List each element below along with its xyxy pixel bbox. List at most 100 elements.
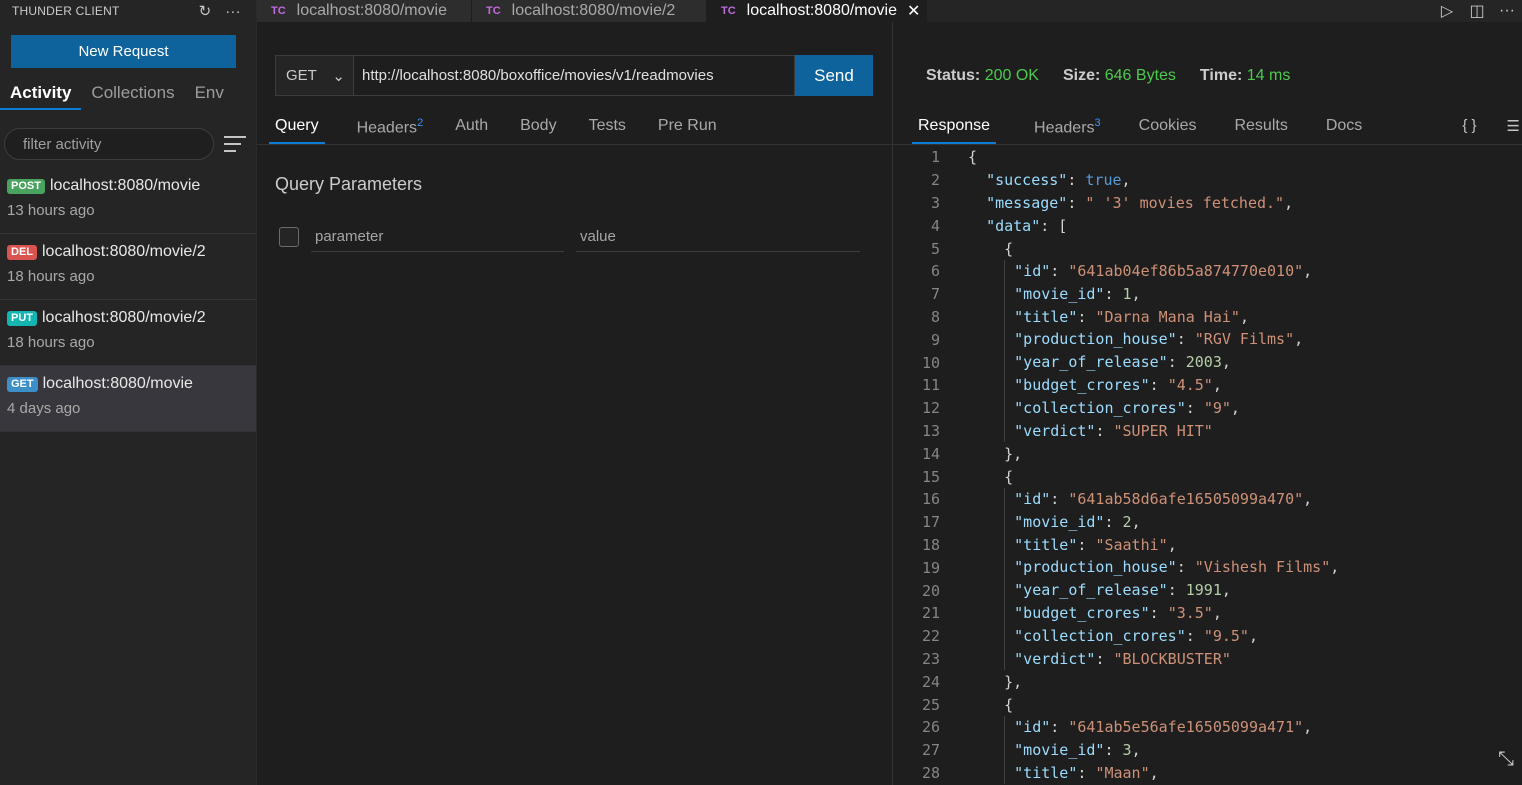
activity-url: localhost:8080/movie/2 xyxy=(42,243,206,260)
chevron-down-icon: ⌄ xyxy=(332,67,345,85)
activity-time: 4 days ago xyxy=(7,400,81,417)
tab-query[interactable]: Query xyxy=(269,114,325,144)
menu-icon[interactable] xyxy=(224,136,246,152)
code-text: "id": "641ab5e56afe16505099a471", xyxy=(940,715,1312,739)
code-line: 15 { xyxy=(893,465,1522,488)
code-line: 26 "id": "641ab5e56afe16505099a471", xyxy=(893,715,1522,739)
method-value: GET xyxy=(286,67,317,84)
editor-tab-label: localhost:8080/movie xyxy=(296,2,447,19)
sidebar-tabs: Activity Collections Env xyxy=(0,80,257,110)
code-line: 8 "title": "Darna Mana Hai", xyxy=(893,305,1522,329)
divider xyxy=(257,144,892,145)
send-button[interactable]: Send xyxy=(795,55,873,96)
method-select[interactable]: GET ⌄ xyxy=(275,55,354,96)
more-icon[interactable]: ··· xyxy=(1492,2,1522,20)
tab-env[interactable]: Env xyxy=(185,80,234,110)
braces-icon[interactable]: { } xyxy=(1462,117,1476,135)
line-number: 1 xyxy=(930,148,940,167)
code-text: "collection_crores": "9", xyxy=(940,396,1240,420)
code-text: "movie_id": 1, xyxy=(940,282,1141,306)
request-panel: GET ⌄ http://localhost:8080/boxoffice/mo… xyxy=(257,22,892,785)
menu-icon[interactable]: ☰ xyxy=(1507,117,1520,135)
line-number: 25 xyxy=(921,695,940,714)
editor-tab-label: localhost:8080/movie xyxy=(746,2,897,19)
list-item[interactable]: PUT localhost:8080/movie/2 18 hours ago xyxy=(0,300,256,366)
tab-activity[interactable]: Activity xyxy=(0,80,82,110)
more-icon[interactable]: ··· xyxy=(222,0,244,22)
editor-tab[interactable]: TC localhost:8080/movie/2 xyxy=(472,0,707,22)
code-text: "title": "Saathi", xyxy=(940,533,1177,557)
list-item[interactable]: POST localhost:8080/movie 13 hours ago xyxy=(0,168,256,234)
code-line: 13 "verdict": "SUPER HIT" xyxy=(893,419,1522,443)
tab-response-headers[interactable]: Headers3 xyxy=(1034,114,1101,144)
line-number: 20 xyxy=(921,581,940,600)
tc-badge: TC xyxy=(486,5,501,17)
run-icon[interactable]: ▷ xyxy=(1432,1,1462,21)
sidebar-title: THUNDER CLIENT xyxy=(12,4,120,18)
line-number: 19 xyxy=(921,558,940,577)
code-text: "budget_crores": "4.5", xyxy=(940,373,1222,397)
editor-tab[interactable]: TC localhost:8080/movie xyxy=(257,0,472,22)
tc-badge: TC xyxy=(721,5,736,17)
parameter-field[interactable]: parameter xyxy=(311,222,564,252)
url-input[interactable]: http://localhost:8080/boxoffice/movies/v… xyxy=(354,55,795,96)
code-text: }, xyxy=(1004,672,1023,691)
code-line: 3 "message": " '3' movies fetched.", xyxy=(893,192,1522,215)
time-value: 14 ms xyxy=(1246,67,1291,84)
tab-cookies[interactable]: Cookies xyxy=(1139,114,1197,144)
tab-headers[interactable]: Headers2 xyxy=(357,114,424,144)
code-line: 10 "year_of_release": 2003, xyxy=(893,351,1522,374)
list-item[interactable]: DEL localhost:8080/movie/2 18 hours ago xyxy=(0,234,256,300)
line-number: 17 xyxy=(921,513,940,532)
code-line: 14 }, xyxy=(893,442,1522,465)
line-number: 21 xyxy=(921,604,940,623)
tab-response[interactable]: Response xyxy=(912,114,997,144)
tab-auth[interactable]: Auth xyxy=(455,114,488,144)
method-badge: POST xyxy=(7,178,45,194)
activity-time: 13 hours ago xyxy=(7,202,95,219)
filter-activity-input[interactable] xyxy=(4,128,214,160)
tab-pre-run[interactable]: Pre Run xyxy=(658,114,717,144)
activity-time: 18 hours ago xyxy=(7,268,95,285)
close-icon[interactable]: ✕ xyxy=(907,1,920,21)
line-number: 13 xyxy=(921,421,940,440)
code-text: "id": "641ab04ef86b5a874770e010", xyxy=(940,259,1312,283)
line-number: 14 xyxy=(921,444,940,463)
code-line: 20 "year_of_release": 1991, xyxy=(893,579,1522,602)
code-line: 23 "verdict": "BLOCKBUSTER" xyxy=(893,647,1522,671)
code-text: "movie_id": 2, xyxy=(940,510,1141,534)
request-tabs: Query Headers2 Auth Body Tests Pre Run xyxy=(269,114,749,144)
tab-collections[interactable]: Collections xyxy=(81,80,184,110)
value-field[interactable]: value xyxy=(576,222,860,252)
param-checkbox[interactable] xyxy=(279,227,299,247)
editor-tab-bar: TC localhost:8080/movie TC localhost:808… xyxy=(257,0,1522,22)
code-text: { xyxy=(1004,695,1014,714)
tab-docs[interactable]: Docs xyxy=(1326,114,1362,144)
tab-body[interactable]: Body xyxy=(520,114,556,144)
code-line: 27 "movie_id": 3, xyxy=(893,738,1522,762)
code-line: 17 "movie_id": 2, xyxy=(893,510,1522,534)
code-text: "year_of_release": 2003, xyxy=(940,351,1231,374)
status-label: Status: xyxy=(926,67,981,84)
editor-tab-active[interactable]: TC localhost:8080/movie ✕ xyxy=(707,0,927,22)
tab-tests[interactable]: Tests xyxy=(589,114,626,144)
activity-time: 18 hours ago xyxy=(7,334,95,351)
code-line: 16 "id": "641ab58d6afe16505099a470", xyxy=(893,487,1522,511)
code-text: { xyxy=(1004,239,1014,258)
list-item[interactable]: GET localhost:8080/movie 4 days ago xyxy=(0,366,256,432)
line-number: 12 xyxy=(921,399,940,418)
code-line: 24 }, xyxy=(893,670,1522,693)
code-text: "collection_crores": "9.5", xyxy=(940,624,1258,648)
new-request-button[interactable]: New Request xyxy=(11,35,236,68)
line-number: 8 xyxy=(930,307,940,326)
code-text: "success": true, xyxy=(986,171,1131,190)
code-line: 25 { xyxy=(893,693,1522,716)
line-number: 24 xyxy=(921,672,940,691)
refresh-icon[interactable]: ↻ xyxy=(194,0,216,22)
split-editor-icon[interactable]: ◫ xyxy=(1462,1,1492,21)
tab-results[interactable]: Results xyxy=(1234,114,1287,144)
filter-row xyxy=(4,128,254,160)
expand-icon[interactable]: ⤡ xyxy=(1498,748,1514,771)
line-number: 2 xyxy=(930,171,940,190)
code-text: { xyxy=(1004,467,1014,486)
